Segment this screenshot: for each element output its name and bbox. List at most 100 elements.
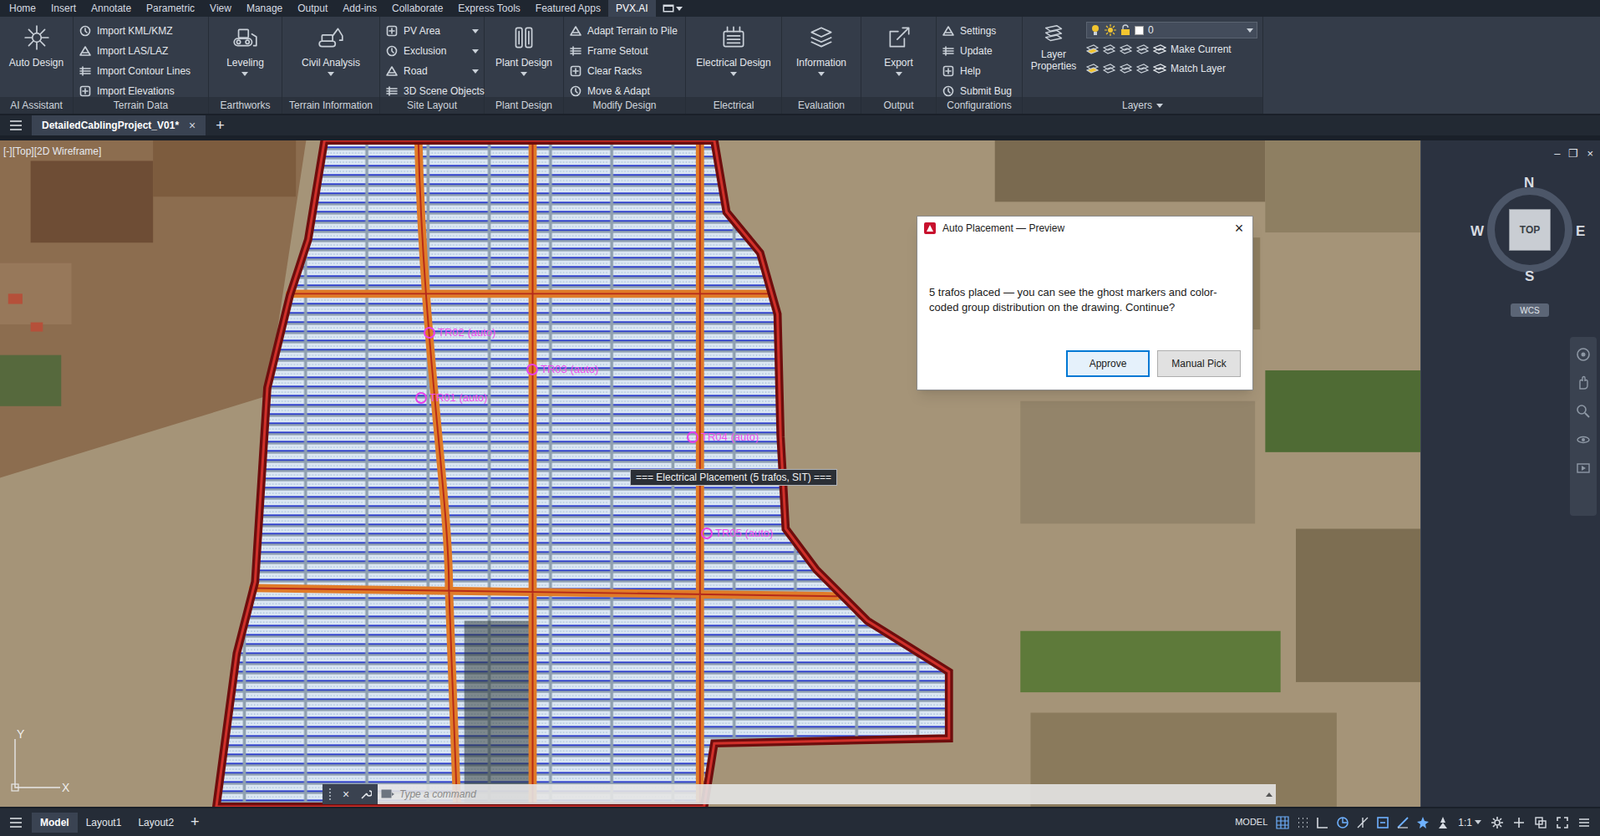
file-menu-button[interactable] [0, 115, 32, 136]
menu-tab[interactable]: Parametric [138, 0, 203, 17]
coordinate-system-menu[interactable]: WCS [1510, 303, 1550, 317]
showmotion-icon[interactable] [1575, 460, 1591, 476]
status-tool[interactable] [1508, 815, 1530, 829]
ribbon-button[interactable]: Auto Design [5, 20, 67, 77]
status-tool[interactable] [1573, 815, 1595, 829]
menu-tab[interactable]: PVX.AI [608, 0, 656, 17]
menu-tab[interactable]: Add-ins [335, 0, 385, 17]
status-toggle[interactable] [1312, 815, 1333, 829]
ribbon-small-button[interactable]: PV Area [385, 20, 479, 41]
transformer-marker[interactable]: TR01 (auto) [415, 389, 488, 407]
ribbon-small-button[interactable]: Import LAS/LAZ [78, 40, 204, 61]
status-toggle[interactable] [1332, 815, 1353, 829]
viewport-label[interactable]: [-][Top][2D Wireframe] [3, 143, 102, 159]
ribbon-button[interactable]: Export [880, 20, 917, 77]
status-toggle[interactable] [1372, 815, 1393, 829]
layer-tool-icon[interactable] [1102, 62, 1116, 75]
document-tab[interactable]: DetailedCablingProject_V01*× [31, 115, 206, 136]
menu-tab[interactable]: Annotate [83, 0, 139, 17]
new-tab-button[interactable]: + [205, 115, 235, 136]
transformer-marker[interactable]: TR05 (auto) [700, 524, 773, 542]
status-tool[interactable] [1551, 815, 1574, 829]
menu-tab[interactable]: Insert [43, 0, 84, 17]
status-toggle[interactable] [1352, 815, 1373, 829]
ribbon-small-button[interactable]: Adapt Terrain to Pile [568, 20, 681, 41]
status-toggle[interactable] [1272, 815, 1293, 829]
compass-south[interactable]: S [1524, 265, 1534, 288]
ribbon-small-button[interactable]: Import Contour Lines [78, 60, 204, 82]
ribbon-small-button[interactable]: Help [941, 60, 1017, 82]
ribbon-small-button[interactable]: Exclusion [385, 40, 479, 61]
layer-tool-icon[interactable] [1119, 62, 1133, 75]
status-toggle[interactable] [1412, 815, 1433, 829]
layer-properties-button[interactable]: Layer Properties [1027, 21, 1080, 77]
ribbon-small-button[interactable]: Import KML/KMZ [78, 20, 204, 41]
layer-tool-icon[interactable] [1102, 43, 1116, 56]
ribbon-small-button[interactable]: Clear Racks [568, 60, 681, 82]
dialog-close-button[interactable]: × [1225, 216, 1253, 240]
gear-icon[interactable] [1490, 815, 1504, 829]
close-tab-button[interactable]: × [188, 116, 196, 135]
transformer-marker[interactable]: TR02 (auto) [423, 324, 496, 341]
layer-action[interactable]: Make Current [1153, 41, 1232, 57]
dialog-button[interactable]: Approve [1066, 350, 1150, 377]
menu-tab[interactable]: Express Tools [450, 0, 528, 17]
layout-tab[interactable]: Layout2 [129, 812, 183, 833]
window-button[interactable]: ❐ [1568, 145, 1579, 163]
view-cube[interactable]: TOPNSWE [1475, 175, 1585, 285]
status-tool[interactable] [1529, 815, 1552, 829]
viewport[interactable]: [-][Top][2D Wireframe] TR02 (auto) TR03 (a… [0, 140, 1421, 807]
window-button[interactable]: × [1586, 145, 1594, 163]
menu-tab[interactable]: Home [1, 0, 44, 17]
ribbon-small-button[interactable]: Road [385, 60, 479, 82]
layout-tab[interactable]: Layout1 [77, 812, 131, 833]
ribbon-button[interactable]: Plant Design [492, 20, 556, 77]
ribbon-button[interactable]: Electrical Design [692, 20, 774, 77]
status-toggle[interactable] [1292, 815, 1313, 829]
layer-action[interactable]: Match Layer [1153, 60, 1226, 77]
layout-tab[interactable]: Model [31, 812, 78, 833]
add-layout-button[interactable]: + [182, 810, 209, 834]
status-tool[interactable] [1486, 815, 1509, 829]
menu-tab[interactable]: View [202, 0, 239, 17]
status-toggle[interactable] [1432, 815, 1453, 829]
workspace-switcher[interactable] [655, 0, 690, 17]
steering-wheel-icon[interactable] [1575, 346, 1591, 362]
window-button[interactable]: – [1554, 145, 1560, 163]
ribbon-button[interactable]: Leveling [223, 20, 268, 77]
fullscreen-icon[interactable] [1555, 815, 1570, 829]
cube-face[interactable]: TOP [1508, 208, 1551, 251]
layer-tool-icon[interactable] [1136, 43, 1149, 56]
layer-tool-icon[interactable] [1086, 43, 1099, 56]
zoom-icon[interactable] [1575, 403, 1591, 419]
isolate-icon[interactable] [1533, 815, 1548, 829]
pan-hand-icon[interactable] [1575, 375, 1591, 391]
customize-icon[interactable] [1577, 815, 1591, 829]
menu-tab[interactable]: Collaborate [384, 0, 451, 17]
command-input[interactable] [399, 786, 1261, 802]
layer-tool-icon[interactable] [1086, 62, 1099, 75]
annotation-scale[interactable]: 1:1 [1452, 814, 1487, 830]
layer-dropdown[interactable]: 0 [1086, 21, 1258, 39]
plus-icon[interactable] [1512, 815, 1526, 829]
menu-tab[interactable]: Featured Apps [528, 0, 609, 17]
status-menu-button[interactable] [0, 817, 32, 828]
compass-north[interactable]: N [1523, 172, 1534, 194]
compass-east[interactable]: E [1575, 220, 1585, 243]
ribbon-button[interactable]: Information [792, 20, 850, 77]
close-command-button[interactable]: × [342, 785, 350, 803]
ribbon-button[interactable]: Civil Analysis [298, 20, 364, 77]
transformer-marker[interactable]: TR04 (auto) [686, 428, 759, 446]
model-space-toggle[interactable]: MODEL [1229, 814, 1273, 829]
compass-west[interactable]: W [1470, 220, 1484, 243]
ribbon-small-button[interactable]: Settings [941, 20, 1017, 41]
layer-tool-icon[interactable] [1119, 43, 1133, 56]
ribbon-small-button[interactable]: Frame Setout [568, 40, 681, 61]
status-toggle[interactable] [1392, 815, 1413, 829]
layer-tool-icon[interactable] [1136, 62, 1149, 75]
transformer-marker[interactable]: TR03 (auto) [526, 360, 599, 378]
dialog-button[interactable]: Manual Pick [1157, 350, 1241, 377]
menu-tab[interactable]: Manage [238, 0, 290, 17]
menu-tab[interactable]: Output [289, 0, 336, 17]
orbit-icon[interactable] [1575, 431, 1591, 447]
